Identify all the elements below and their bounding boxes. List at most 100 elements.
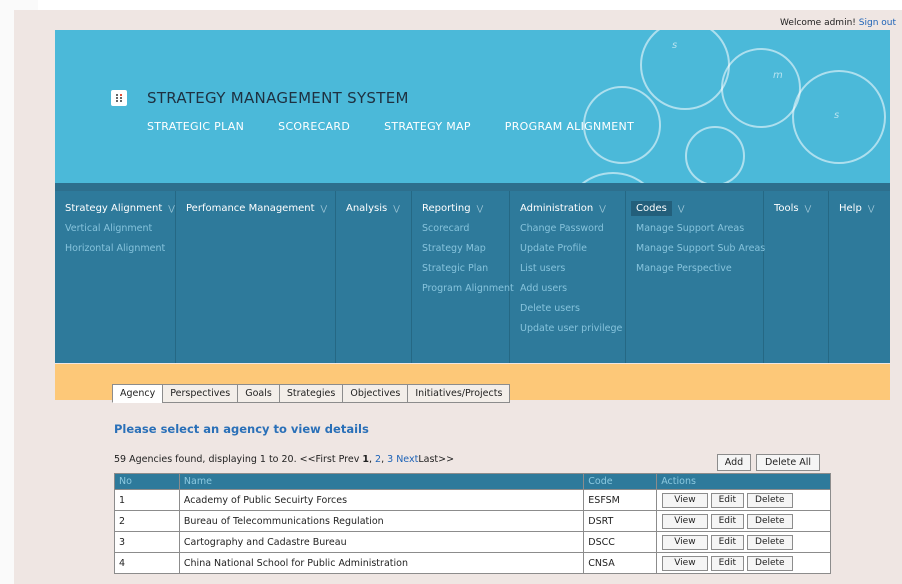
edit-button[interactable]: Edit: [710, 555, 745, 571]
sign-out-link[interactable]: Sign out: [859, 18, 896, 28]
menu-item-change-password[interactable]: Change Password: [520, 223, 625, 234]
nav-strategy-map[interactable]: STRATEGY MAP: [384, 120, 471, 133]
chevron-down-icon: ⋁: [320, 204, 328, 213]
delete-button[interactable]: Delete: [747, 513, 793, 529]
column-header-no: No: [114, 473, 180, 490]
cell-name: Academy of Public Secuirty Forces: [178, 489, 585, 511]
menu-item-strategic-plan[interactable]: Strategic Plan: [422, 263, 509, 274]
chevron-down-icon: ⋁: [393, 204, 400, 213]
view-button[interactable]: View: [662, 534, 708, 550]
menu-item-manage-support-areas[interactable]: Manage Support Areas: [636, 223, 763, 234]
tab-strategies[interactable]: Strategies: [278, 384, 343, 403]
tab-initiatives-projects[interactable]: Initiatives/Projects: [407, 384, 511, 403]
delete-button[interactable]: Delete: [747, 555, 793, 571]
menu-header-performance-management[interactable]: Perfomance Management ⋁: [186, 203, 335, 214]
tab-objectives[interactable]: Objectives: [342, 384, 408, 403]
menu-column-administration: Administration ⋁ Change Password Update P…: [510, 191, 626, 363]
edit-button[interactable]: Edit: [710, 534, 745, 550]
menu-item-horizontal-alignment[interactable]: Horizontal Alignment: [65, 243, 175, 254]
pager-prev[interactable]: Prev: [339, 454, 360, 465]
menu-header-tools[interactable]: Tools ⋁: [774, 203, 828, 214]
pager-current: 1: [362, 454, 369, 465]
menu-header-label: Administration: [520, 203, 594, 214]
menu-item-scorecard[interactable]: Scorecard: [422, 223, 509, 234]
tab-perspectives[interactable]: Perspectives: [162, 384, 238, 403]
welcome-text: Welcome admin!: [780, 18, 856, 28]
pager-first[interactable]: <<First: [300, 454, 336, 465]
table-header-row: No Name Code Actions: [114, 473, 831, 490]
edit-button[interactable]: Edit: [710, 513, 745, 529]
menu-header-label: Tools: [774, 203, 799, 214]
cell-no: 4: [114, 552, 180, 574]
chevron-down-icon: ⋁: [867, 204, 875, 213]
view-button[interactable]: View: [662, 513, 708, 529]
pager-page-2[interactable]: 2: [375, 454, 381, 465]
menu-header-reporting[interactable]: Reporting ⋁: [422, 203, 509, 214]
menu-header-label: Perfomance Management: [186, 203, 315, 214]
delete-all-button[interactable]: Delete All: [756, 454, 820, 471]
nav-scorecard[interactable]: SCORECARD: [278, 120, 350, 133]
menu-item-vertical-alignment[interactable]: Vertical Alignment: [65, 223, 175, 234]
table-row: 4 China National School for Public Admin…: [114, 552, 831, 574]
top-navigation: STRATEGIC PLAN SCORECARD STRATEGY MAP PR…: [147, 120, 668, 133]
delete-button[interactable]: Delete: [747, 492, 793, 508]
menu-column-help: Help ⋁: [829, 191, 890, 363]
menu-item-update-user-privilege[interactable]: Update user privilege: [520, 323, 625, 334]
menu-header-label: Codes: [631, 201, 672, 216]
decorative-circle-icon: s: [640, 30, 730, 110]
results-summary: 59 Agencies found, displaying 1 to 20. <…: [114, 454, 455, 465]
menu-header-label: Strategy Alignment: [65, 203, 163, 214]
cell-name: China National School for Public Adminis…: [178, 552, 585, 574]
menu-header-administration[interactable]: Administration ⋁: [520, 203, 625, 214]
menu-item-add-users[interactable]: Add users: [520, 283, 625, 294]
edit-button[interactable]: Edit: [710, 492, 745, 508]
delete-button[interactable]: Delete: [747, 534, 793, 550]
add-button[interactable]: Add: [717, 454, 751, 471]
nav-strategic-plan[interactable]: STRATEGIC PLAN: [147, 120, 244, 133]
tab-agency[interactable]: Agency: [112, 384, 163, 403]
chevron-down-icon: ⋁: [599, 204, 606, 213]
menu-header-label: Analysis: [346, 203, 388, 214]
decorative-circle-icon: s: [792, 70, 886, 164]
menu-header-analysis[interactable]: Analysis ⋁: [346, 203, 411, 214]
app-logo-icon: [111, 90, 127, 106]
circle-letter: s: [672, 40, 678, 51]
menu-item-strategy-map[interactable]: Strategy Map: [422, 243, 509, 254]
menu-item-list-users[interactable]: List users: [520, 263, 625, 274]
menu-column-reporting: Reporting ⋁ Scorecard Strategy Map Strate…: [412, 191, 514, 363]
nav-program-alignment[interactable]: PROGRAM ALIGNMENT: [505, 120, 634, 133]
chevron-down-icon: ⋁: [476, 204, 484, 213]
pager-last[interactable]: Last>>: [418, 454, 454, 465]
cell-actions: View Edit Delete: [656, 531, 831, 553]
column-header-code: Code: [583, 473, 658, 490]
menu-header-strategy-alignment[interactable]: Strategy Alignment ⋁: [65, 203, 175, 214]
chevron-down-icon: ⋁: [804, 204, 812, 213]
agency-table: No Name Code Actions 1 Academy of Public…: [114, 473, 831, 574]
menu-header-label: Reporting: [422, 203, 471, 214]
cell-name: Bureau of Telecommunications Regulation: [178, 510, 585, 532]
decorative-circle-icon: [685, 126, 745, 183]
menu-header-help[interactable]: Help ⋁: [839, 203, 890, 214]
welcome-bar: Welcome admin! Sign out: [780, 18, 896, 28]
view-button[interactable]: View: [662, 492, 708, 508]
cell-code: DSCC: [583, 531, 658, 553]
view-button[interactable]: View: [662, 555, 708, 571]
circle-letter: s: [834, 110, 840, 121]
pager-page-3[interactable]: 3: [387, 454, 393, 465]
pager-next[interactable]: Next: [396, 454, 418, 465]
mega-menu: Strategy Alignment ⋁ Vertical Alignment H…: [55, 191, 890, 363]
menu-column-strategy-alignment: Strategy Alignment ⋁ Vertical Alignment H…: [55, 191, 176, 363]
menu-item-update-profile[interactable]: Update Profile: [520, 243, 625, 254]
menu-header-label: Help: [839, 203, 862, 214]
menu-item-manage-perspective[interactable]: Manage Perspective: [636, 263, 763, 274]
tab-goals[interactable]: Goals: [237, 384, 279, 403]
menu-header-codes[interactable]: Codes ⋁: [631, 201, 763, 216]
chevron-down-icon: ⋁: [168, 204, 175, 213]
cell-actions: View Edit Delete: [656, 552, 831, 574]
menu-column-performance-management: Perfomance Management ⋁: [176, 191, 336, 363]
menu-item-manage-support-sub-areas[interactable]: Manage Support Sub Areas: [636, 243, 765, 254]
menu-item-program-alignment[interactable]: Program Alignment: [422, 283, 514, 294]
cell-no: 2: [114, 510, 180, 532]
chevron-down-icon: ⋁: [677, 204, 685, 213]
menu-item-delete-users[interactable]: Delete users: [520, 303, 625, 314]
